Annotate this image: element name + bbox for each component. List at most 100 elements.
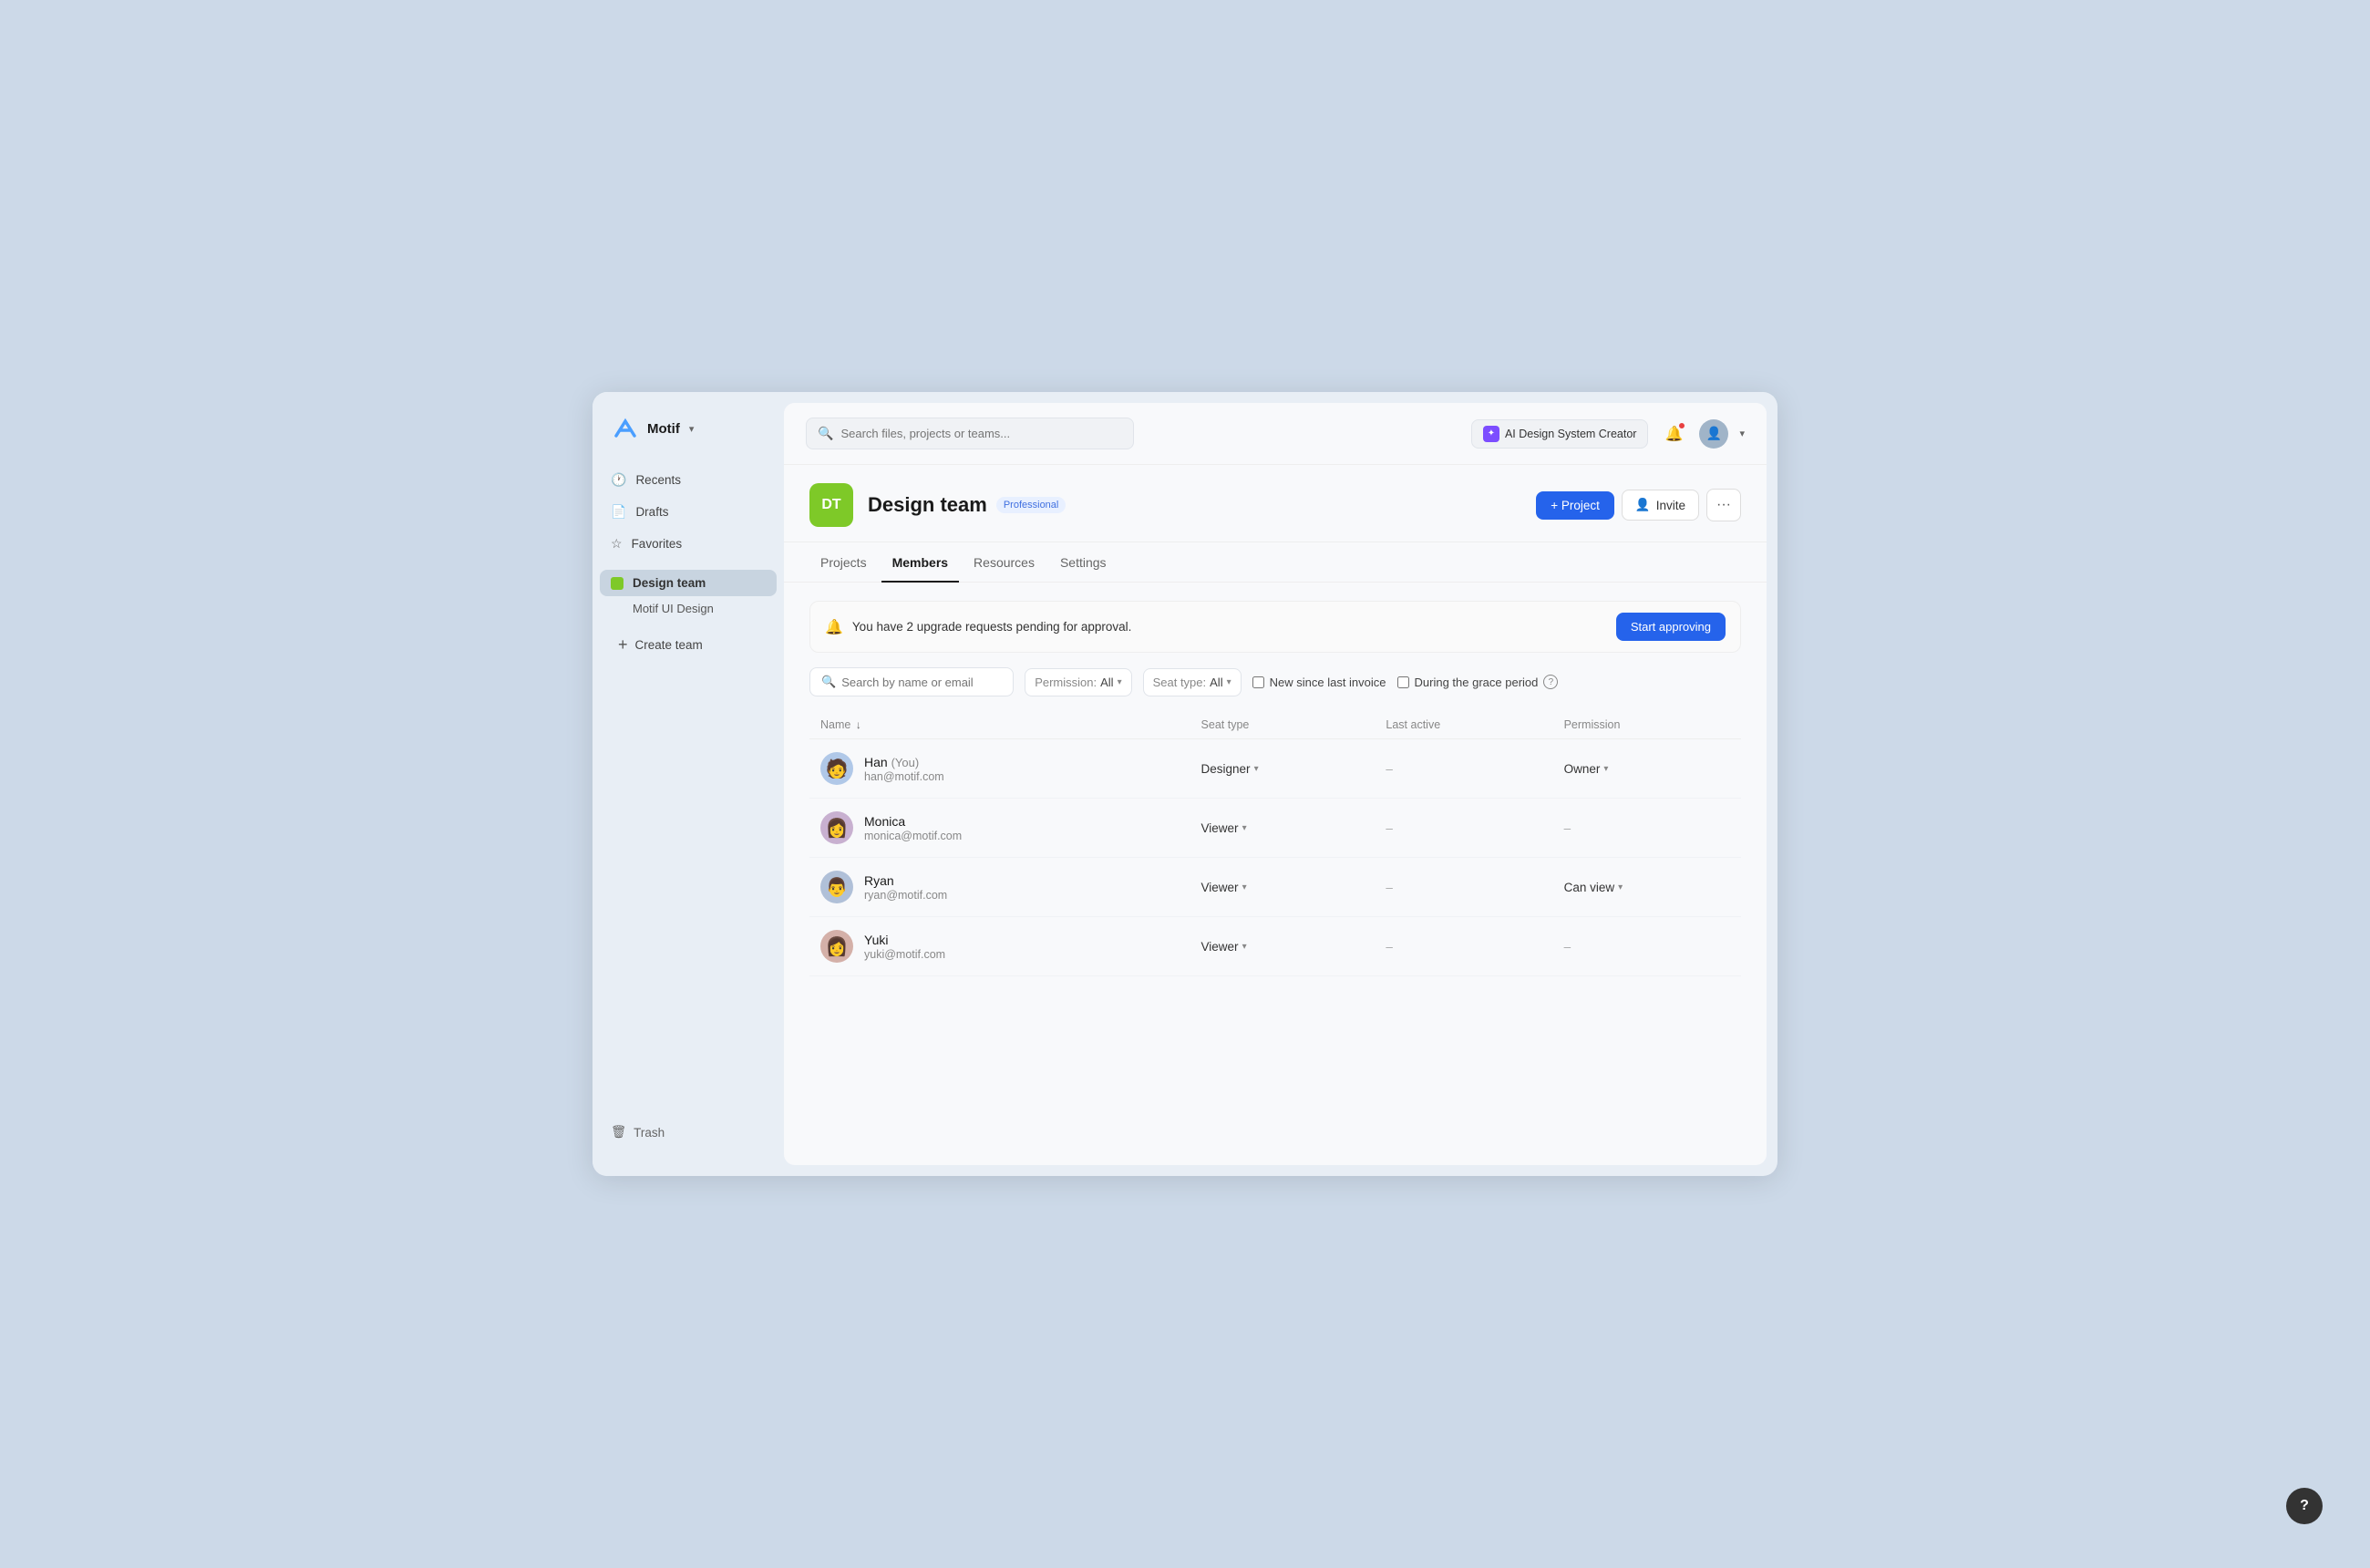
tab-resources[interactable]: Resources <box>963 542 1046 583</box>
new-since-invoice-label: New since last invoice <box>1270 676 1386 689</box>
permission-dropdown[interactable]: Can view ▾ <box>1564 881 1730 894</box>
member-cell: 👩 Monica monica@motif.com <box>809 799 1190 858</box>
app-container: Motif ▾ 🕐 Recents 📄 Drafts ☆ Favorites D… <box>592 392 1778 1176</box>
member-name: Han (You) <box>864 755 944 769</box>
more-options-button[interactable]: ··· <box>1706 489 1741 521</box>
plus-icon: + <box>618 635 628 655</box>
page-title-group: Design team Professional <box>868 493 1521 517</box>
global-search-input[interactable] <box>840 427 1122 440</box>
member-name: Yuki <box>864 933 945 947</box>
alert-text: You have 2 upgrade requests pending for … <box>852 620 1131 634</box>
new-since-invoice-checkbox[interactable] <box>1252 676 1264 688</box>
user-menu-chevron[interactable]: ▾ <box>1739 428 1745 439</box>
grace-period-checkbox[interactable] <box>1397 676 1409 688</box>
seat-type-filter-value: All <box>1210 676 1222 689</box>
alert-banner: 🔔 You have 2 upgrade requests pending fo… <box>809 601 1741 653</box>
seat-type-cell: Viewer ▾ <box>1190 917 1376 976</box>
member-email: yuki@motif.com <box>864 948 945 961</box>
tab-settings[interactable]: Settings <box>1049 542 1118 583</box>
seat-type-dropdown[interactable]: Viewer ▾ <box>1201 881 1365 894</box>
user-avatar[interactable]: 👤 <box>1699 419 1728 449</box>
create-team-button[interactable]: + Create team <box>600 628 777 662</box>
table-row: 🧑 Han (You) han@motif.com Designer ▾ – O… <box>809 739 1741 799</box>
member-cell: 🧑 Han (You) han@motif.com <box>809 739 1190 799</box>
col-last-active: Last active <box>1375 711 1552 739</box>
logo-text: Motif <box>647 421 680 437</box>
sort-icon[interactable]: ↓ <box>856 718 861 731</box>
last-active-cell: – <box>1375 858 1552 917</box>
grace-period-filter[interactable]: During the grace period ? <box>1397 675 1559 689</box>
filters-bar: 🔍 Permission: All ▾ Seat type: All ▾ New… <box>809 667 1741 696</box>
member-details: Han (You) han@motif.com <box>864 755 944 783</box>
grace-period-label: During the grace period <box>1415 676 1539 689</box>
help-button[interactable]: ? <box>2286 1488 2323 1524</box>
trash-icon: 🗑 <box>611 1125 626 1140</box>
last-active-cell: – <box>1375 799 1552 858</box>
seat-type-dropdown[interactable]: Designer ▾ <box>1201 762 1365 776</box>
logo[interactable]: Motif ▾ <box>592 414 784 465</box>
table-row: 👨 Ryan ryan@motif.com Viewer ▾ – Can vie… <box>809 858 1741 917</box>
alert-text-group: 🔔 You have 2 upgrade requests pending fo… <box>825 618 1131 636</box>
file-icon: 📄 <box>611 504 626 520</box>
table-header-row: Name ↓ Seat type Last active Permission <box>809 711 1741 739</box>
permission-chevron-icon: ▾ <box>1618 882 1623 892</box>
sidebar-item-motif-ui[interactable]: Motif UI Design <box>600 596 777 621</box>
member-avatar: 👩 <box>820 811 853 844</box>
member-name: Monica <box>864 814 962 829</box>
seat-type-cell: Designer ▾ <box>1190 739 1376 799</box>
tab-projects[interactable]: Projects <box>809 542 878 583</box>
seat-type-cell: Viewer ▾ <box>1190 799 1376 858</box>
permission-dropdown[interactable]: Owner ▾ <box>1564 762 1730 776</box>
new-since-invoice-filter[interactable]: New since last invoice <box>1252 676 1386 689</box>
person-icon: 👤 <box>1635 498 1651 512</box>
last-active-value: – <box>1386 821 1393 835</box>
ai-icon: ✦ <box>1483 426 1499 442</box>
permission-filter[interactable]: Permission: All ▾ <box>1025 668 1131 696</box>
member-details: Ryan ryan@motif.com <box>864 873 947 902</box>
global-search-bar[interactable]: 🔍 <box>806 418 1134 449</box>
sidebar-item-favorites[interactable]: ☆ Favorites <box>600 529 777 559</box>
seat-type-chevron-icon: ▾ <box>1227 677 1231 687</box>
start-approving-button[interactable]: Start approving <box>1616 613 1726 641</box>
permission-cell: Owner ▾ <box>1553 739 1741 799</box>
sidebar-item-favorites-label: Favorites <box>632 537 683 551</box>
col-seat-type: Seat type <box>1190 711 1376 739</box>
grace-period-info-icon[interactable]: ? <box>1543 675 1558 689</box>
avatar-image: 👤 <box>1706 426 1722 441</box>
topbar: 🔍 ✦ AI Design System Creator 🔔 👤 ▾ <box>784 403 1767 465</box>
seat-type-cell: Viewer ▾ <box>1190 858 1376 917</box>
member-info: 👨 Ryan ryan@motif.com <box>820 871 1180 903</box>
seat-chevron-icon: ▾ <box>1242 823 1247 833</box>
seat-type-filter-label: Seat type: <box>1153 676 1207 689</box>
member-details: Yuki yuki@motif.com <box>864 933 945 961</box>
permission-filter-value: All <box>1100 676 1113 689</box>
sidebar-item-drafts[interactable]: 📄 Drafts <box>600 497 777 527</box>
member-search-bar[interactable]: 🔍 <box>809 667 1014 696</box>
permission-value: – <box>1564 940 1571 954</box>
page-title: Design team <box>868 493 987 517</box>
sidebar-item-recents[interactable]: 🕐 Recents <box>600 465 777 495</box>
member-info: 🧑 Han (You) han@motif.com <box>820 752 1180 785</box>
sidebar-nav: 🕐 Recents 📄 Drafts ☆ Favorites Design te… <box>592 465 784 1110</box>
tabs: Projects Members Resources Settings <box>784 542 1767 583</box>
sidebar-item-design-team[interactable]: Design team <box>600 570 777 596</box>
member-search-input[interactable] <box>841 676 1002 689</box>
invite-button[interactable]: 👤 Invite <box>1622 490 1699 521</box>
ai-label: AI Design System Creator <box>1505 428 1637 440</box>
plan-badge: Professional <box>996 497 1066 513</box>
add-project-button[interactable]: + Project <box>1536 491 1614 520</box>
trash-item[interactable]: 🗑 Trash <box>592 1110 784 1154</box>
notifications-button[interactable]: 🔔 <box>1659 419 1688 449</box>
header-actions: + Project 👤 Invite ··· <box>1536 489 1741 521</box>
sidebar: Motif ▾ 🕐 Recents 📄 Drafts ☆ Favorites D… <box>592 392 784 1176</box>
tab-members[interactable]: Members <box>881 542 959 583</box>
filter-search-icon: 🔍 <box>821 675 836 689</box>
members-content: 🔔 You have 2 upgrade requests pending fo… <box>784 583 1767 1165</box>
member-name: Ryan <box>864 873 947 888</box>
ai-badge[interactable]: ✦ AI Design System Creator <box>1471 419 1649 449</box>
member-avatar: 👩 <box>820 930 853 963</box>
seat-chevron-icon: ▾ <box>1242 882 1247 892</box>
seat-type-dropdown[interactable]: Viewer ▾ <box>1201 940 1365 954</box>
seat-type-filter[interactable]: Seat type: All ▾ <box>1143 668 1242 696</box>
seat-type-dropdown[interactable]: Viewer ▾ <box>1201 821 1365 835</box>
